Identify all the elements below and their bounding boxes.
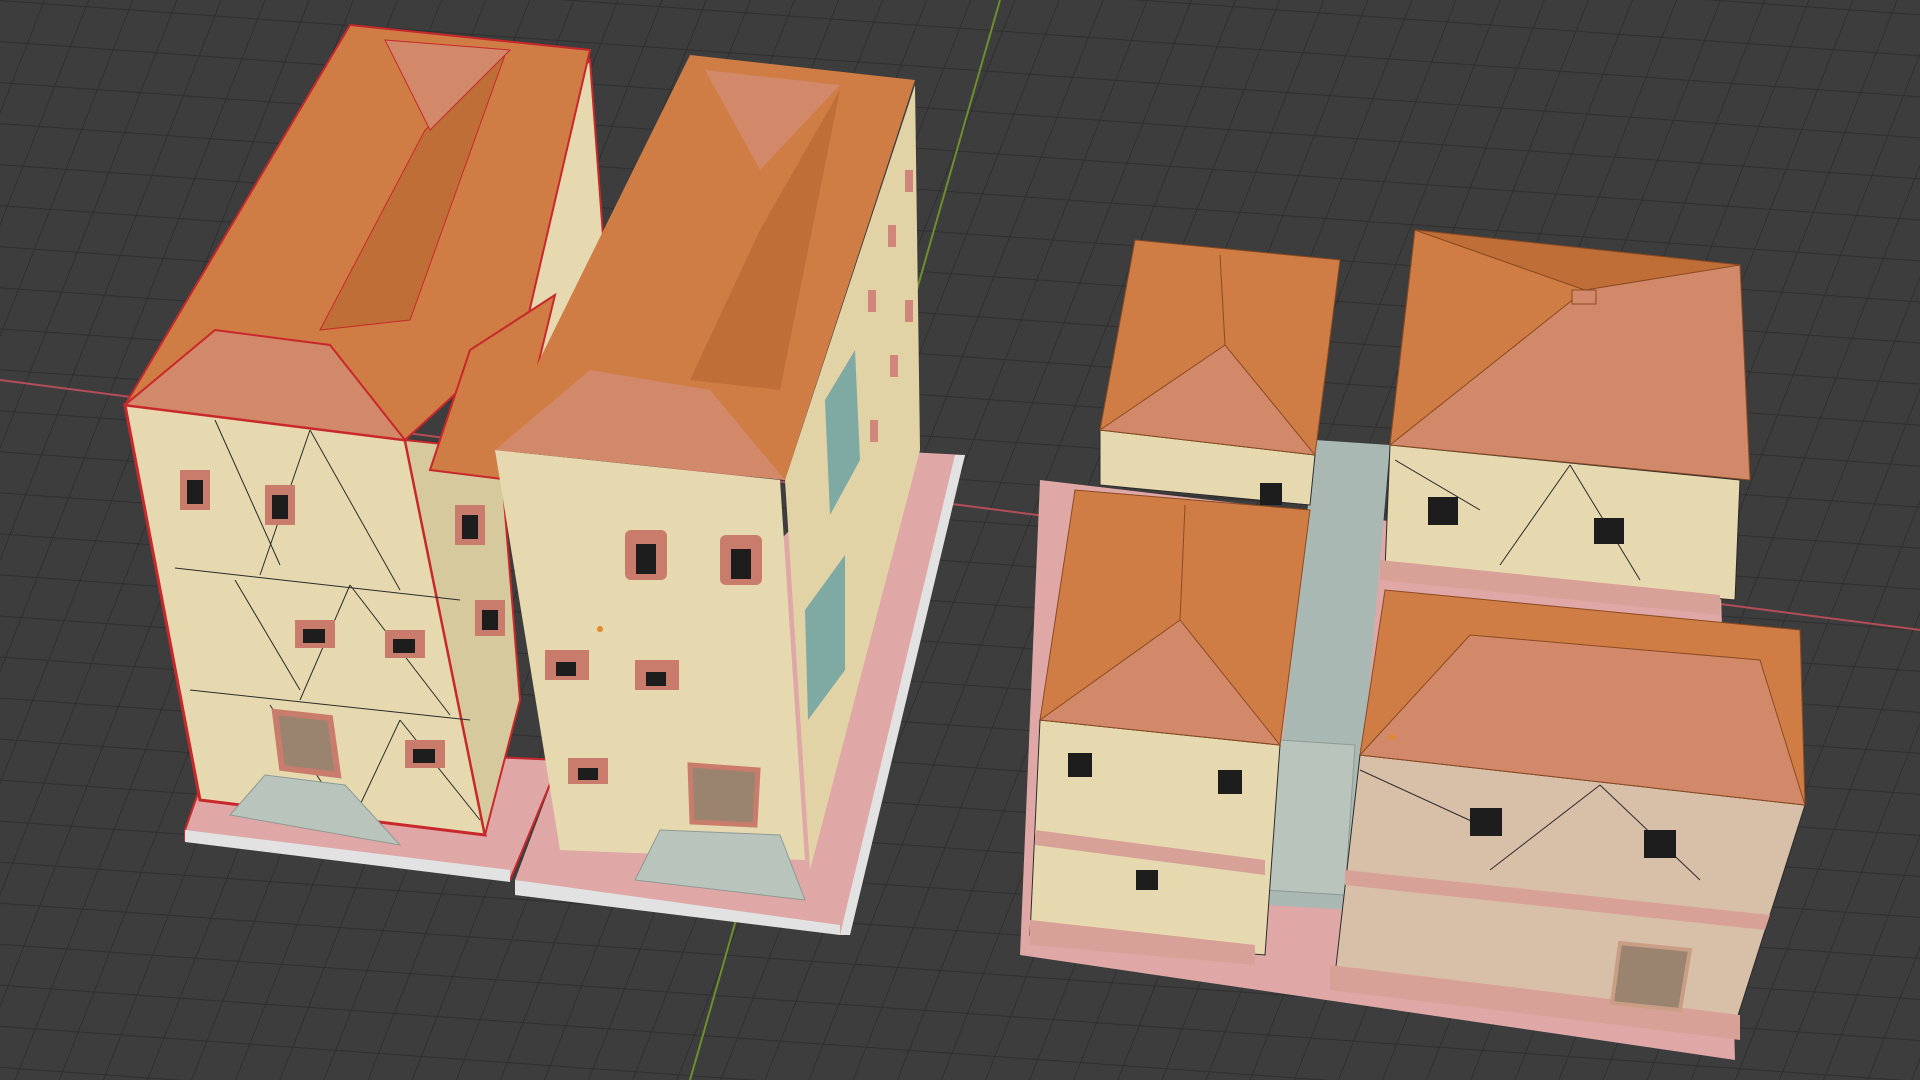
window: [720, 535, 762, 585]
window: [180, 470, 210, 510]
window: [1068, 753, 1092, 777]
window: [545, 650, 589, 680]
window: [1594, 518, 1624, 544]
window: [1136, 870, 1158, 890]
viewport-canvas[interactable]: [0, 0, 1920, 1080]
window: [475, 600, 505, 636]
door: [271, 708, 342, 779]
window: [1218, 770, 1242, 794]
window: [1260, 483, 1282, 505]
window: [455, 505, 485, 545]
roof-peak: [1571, 289, 1597, 305]
window: [568, 758, 608, 784]
door: [687, 762, 761, 828]
window: [625, 530, 667, 580]
house-right-top-small[interactable]: [1098, 239, 1341, 506]
window: [405, 740, 445, 768]
window: [295, 620, 335, 648]
window: [635, 660, 679, 690]
window: [1428, 497, 1458, 525]
3d-viewport[interactable]: [0, 0, 1920, 1080]
object-origin-dot: [597, 626, 603, 632]
window: [385, 630, 425, 658]
door: [1609, 940, 1693, 1013]
house-right-bottom-small[interactable]: [1029, 489, 1311, 965]
right-building-group[interactable]: [1020, 229, 1806, 1060]
window: [1470, 808, 1502, 836]
object-origin-dot: [1389, 734, 1395, 740]
house-right-top-large[interactable]: [1380, 229, 1751, 615]
window: [1644, 830, 1676, 858]
house-right-bottom-large[interactable]: [1330, 589, 1806, 1040]
window: [265, 485, 295, 525]
